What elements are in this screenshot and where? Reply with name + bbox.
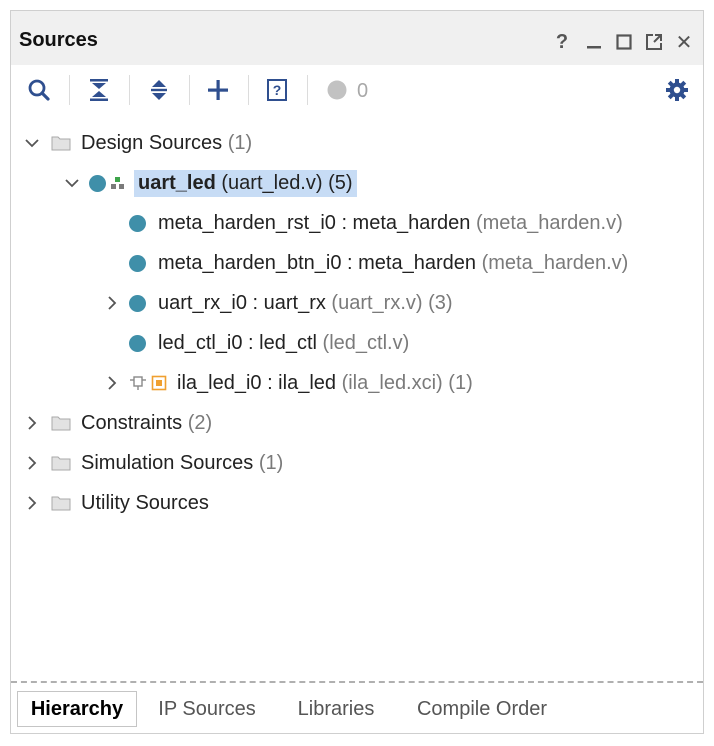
tree-node-constraints[interactable]: Constraints (2) (25, 403, 212, 443)
toolbar-separator (69, 75, 70, 105)
node-label: Design Sources (81, 131, 223, 154)
module-icon (129, 294, 146, 312)
top-module-icon (111, 177, 124, 189)
module-name: uart_led (138, 171, 216, 194)
node-instance: ila_led_i0 : ila_led (177, 371, 337, 394)
expand-all-icon[interactable] (143, 74, 175, 106)
panel-titlebar: Sources ? ✕ (11, 11, 703, 65)
module-file: (uart_led.v) (221, 171, 323, 194)
node-count: (2) (187, 411, 213, 434)
node-count: (3) (428, 291, 453, 314)
tree-node-design-sources[interactable]: Design Sources (1) (25, 123, 252, 163)
module-count: (5) (328, 171, 353, 194)
tree-node-meta-harden-rst[interactable]: meta_harden_rst_i0 : meta_harden (meta_h… (129, 203, 623, 243)
folder-icon (51, 416, 71, 431)
status-indicator-icon (321, 74, 353, 106)
chevron-down-icon[interactable] (65, 176, 79, 190)
gear-icon[interactable] (661, 74, 693, 106)
tree-node-uart-rx[interactable]: uart_rx_i0 : uart_rx (uart_rx.v) (3) (105, 283, 453, 323)
add-icon[interactable] (202, 74, 234, 106)
collapse-all-icon[interactable] (83, 74, 115, 106)
tree-node-led-ctl[interactable]: led_ctl_i0 : led_ctl (led_ctl.v) (129, 323, 409, 363)
source-tree: Design Sources (1) uart_led (uart_led.v)… (11, 115, 703, 681)
tree-node-ila-led[interactable]: ila_led_i0 : ila_led (ila_led.xci) (1) (105, 363, 473, 403)
float-icon[interactable] (643, 31, 665, 53)
toolbar-separator (307, 75, 308, 105)
selected-node-highlight[interactable]: uart_led (uart_led.v) (5) (134, 169, 357, 197)
sources-panel: Sources ? ✕ ? 0 Design Sources (1) uart_… (10, 10, 704, 734)
node-instance: uart_rx_i0 : uart_rx (158, 291, 326, 314)
node-file: (uart_rx.v) (331, 291, 423, 314)
node-file: (led_ctl.v) (322, 331, 410, 354)
properties-icon[interactable]: ? (261, 74, 293, 106)
node-instance: led_ctl_i0 : led_ctl (158, 331, 317, 354)
node-file: (ila_led.xci) (341, 371, 443, 394)
search-icon[interactable] (23, 74, 55, 106)
maximize-icon[interactable] (613, 31, 635, 53)
ip-connector-icon (130, 376, 146, 390)
folder-icon (51, 136, 71, 151)
node-label: Simulation Sources (81, 451, 254, 474)
module-icon (89, 174, 106, 192)
toolbar-separator (189, 75, 190, 105)
node-file: (meta_harden.v) (481, 251, 629, 274)
toolbar-separator (129, 75, 130, 105)
bottom-tab-bar: Hierarchy IP Sources Libraries Compile O… (11, 685, 703, 733)
toolbar: ? 0 (11, 65, 703, 115)
chevron-right-icon[interactable] (25, 416, 39, 430)
tab-divider (11, 681, 703, 683)
node-count: (1) (258, 451, 284, 474)
module-icon (129, 334, 146, 352)
chevron-right-icon[interactable] (25, 496, 39, 510)
folder-icon (51, 496, 71, 511)
node-count: (1) (227, 131, 253, 154)
node-count: (1) (448, 371, 473, 394)
tab-libraries[interactable]: Libraries (281, 691, 391, 727)
node-instance: meta_harden_rst_i0 : meta_harden (158, 211, 471, 234)
close-icon[interactable]: ✕ (673, 31, 695, 54)
chevron-down-icon[interactable] (25, 136, 39, 150)
folder-icon (51, 456, 71, 471)
tree-node-simulation-sources[interactable]: Simulation Sources (1) (25, 443, 283, 483)
toolbar-separator (248, 75, 249, 105)
node-label: Utility Sources (81, 491, 209, 514)
status-count: 0 (357, 80, 369, 102)
module-icon (129, 254, 146, 272)
node-label: Constraints (81, 411, 183, 434)
svg-text:?: ? (273, 82, 282, 98)
chevron-right-icon[interactable] (105, 296, 119, 310)
minimize-icon[interactable] (583, 31, 605, 53)
tab-hierarchy[interactable]: Hierarchy (17, 691, 137, 727)
node-instance: meta_harden_btn_i0 : meta_harden (158, 251, 477, 274)
node-file: (meta_harden.v) (475, 211, 623, 234)
tree-node-utility-sources[interactable]: Utility Sources (25, 483, 209, 523)
chevron-right-icon[interactable] (25, 456, 39, 470)
module-icon (129, 214, 146, 232)
tree-node-meta-harden-btn[interactable]: meta_harden_btn_i0 : meta_harden (meta_h… (129, 243, 628, 283)
chevron-right-icon[interactable] (105, 376, 119, 390)
ip-core-icon (151, 375, 167, 391)
tab-compile-order[interactable]: Compile Order (403, 691, 561, 727)
panel-title: Sources (19, 29, 98, 51)
help-icon[interactable]: ? (551, 31, 573, 53)
tree-node-uart-led[interactable]: uart_led (uart_led.v) (5) (65, 163, 357, 203)
tab-ip-sources[interactable]: IP Sources (145, 691, 269, 727)
